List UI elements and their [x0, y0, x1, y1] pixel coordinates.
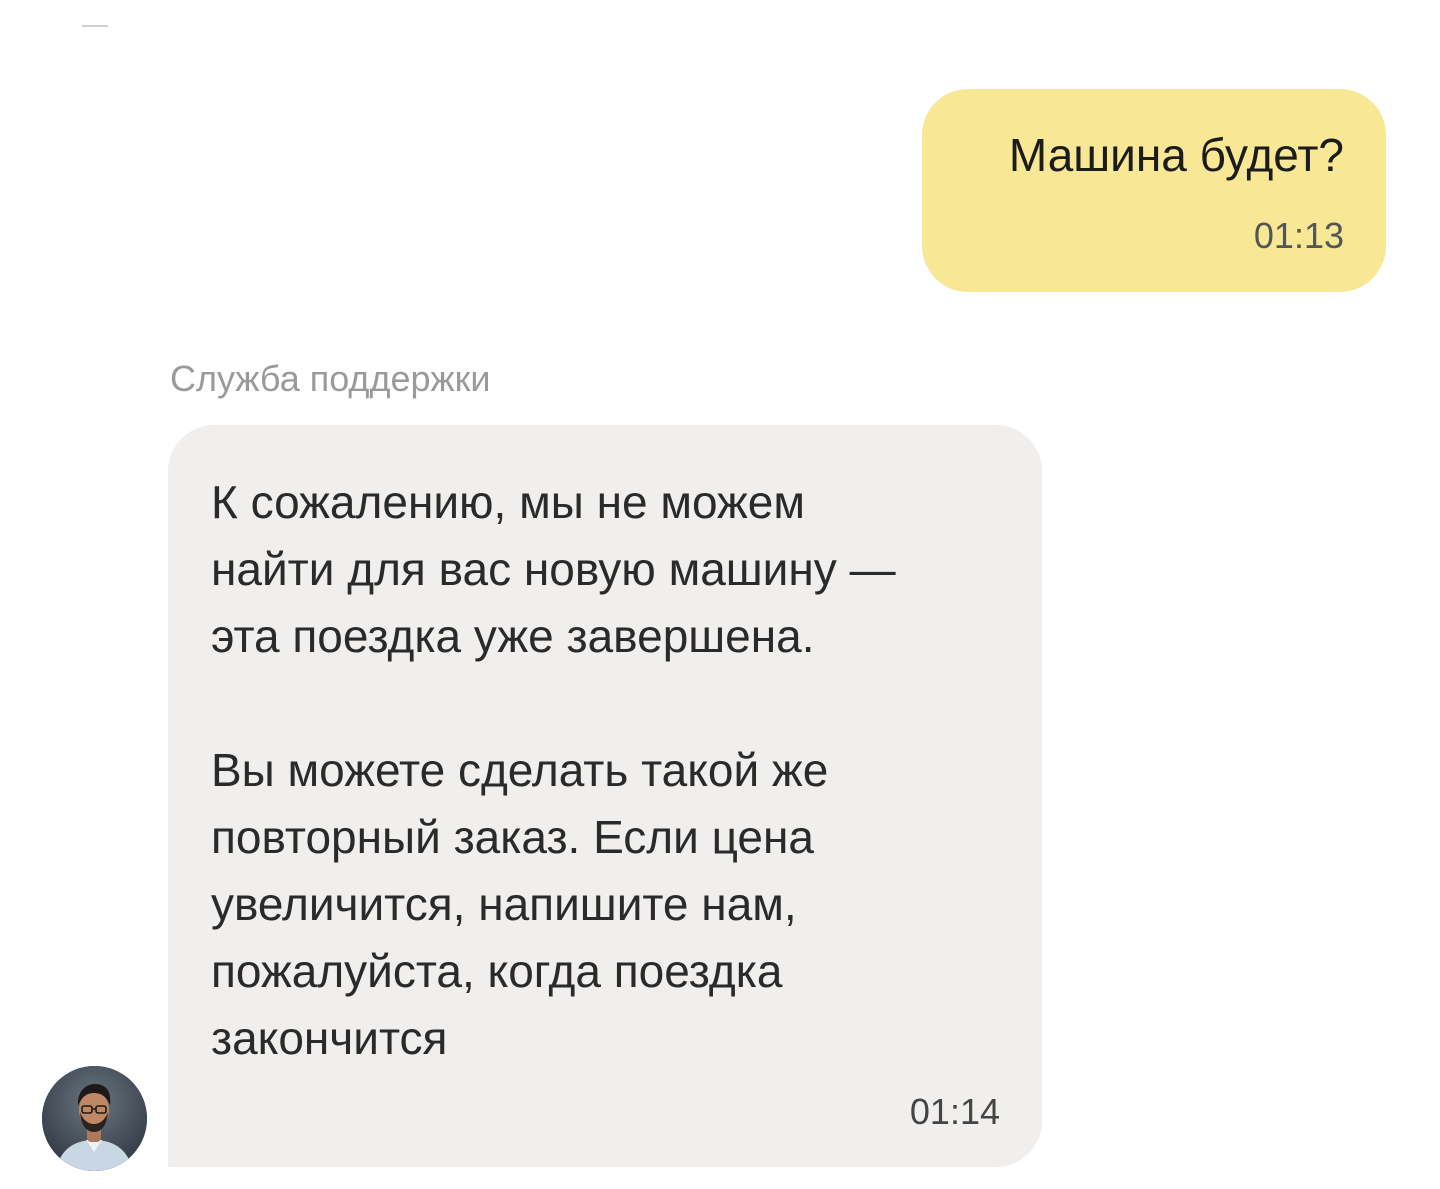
- message-line: закончится: [211, 1012, 448, 1064]
- message-line: эта поездка уже завершена.: [211, 610, 815, 662]
- incoming-message-paragraph-1: К сожалению, мы не можем найти для вас н…: [211, 469, 896, 670]
- message-line: увеличится, напишите нам,: [211, 878, 797, 930]
- incoming-message-time: 01:14: [909, 1091, 1000, 1132]
- message-line: пожалуйста, когда поездка: [211, 945, 783, 997]
- support-agent-avatar-icon[interactable]: [42, 1066, 147, 1171]
- message-line: найти для вас новую машину —: [211, 543, 896, 595]
- top-edge-marker: [82, 25, 108, 27]
- outgoing-message-text: Машина будет?: [1008, 129, 1344, 181]
- message-line: повторный заказ. Если цена: [211, 811, 814, 863]
- incoming-message-paragraph-2: Вы можете сделать такой же повторный зак…: [211, 737, 828, 1072]
- outgoing-message-time: 01:13: [1253, 215, 1344, 256]
- avatar-portrait: [42, 1066, 147, 1171]
- sender-name: Служба поддержки: [170, 358, 491, 399]
- incoming-message-bubble[interactable]: К сожалению, мы не можем найти для вас н…: [168, 425, 1042, 1167]
- outgoing-message-bubble[interactable]: Машина будет? 01:13: [922, 89, 1386, 292]
- message-line: К сожалению, мы не можем: [211, 476, 806, 528]
- message-line: Вы можете сделать такой же: [211, 744, 829, 796]
